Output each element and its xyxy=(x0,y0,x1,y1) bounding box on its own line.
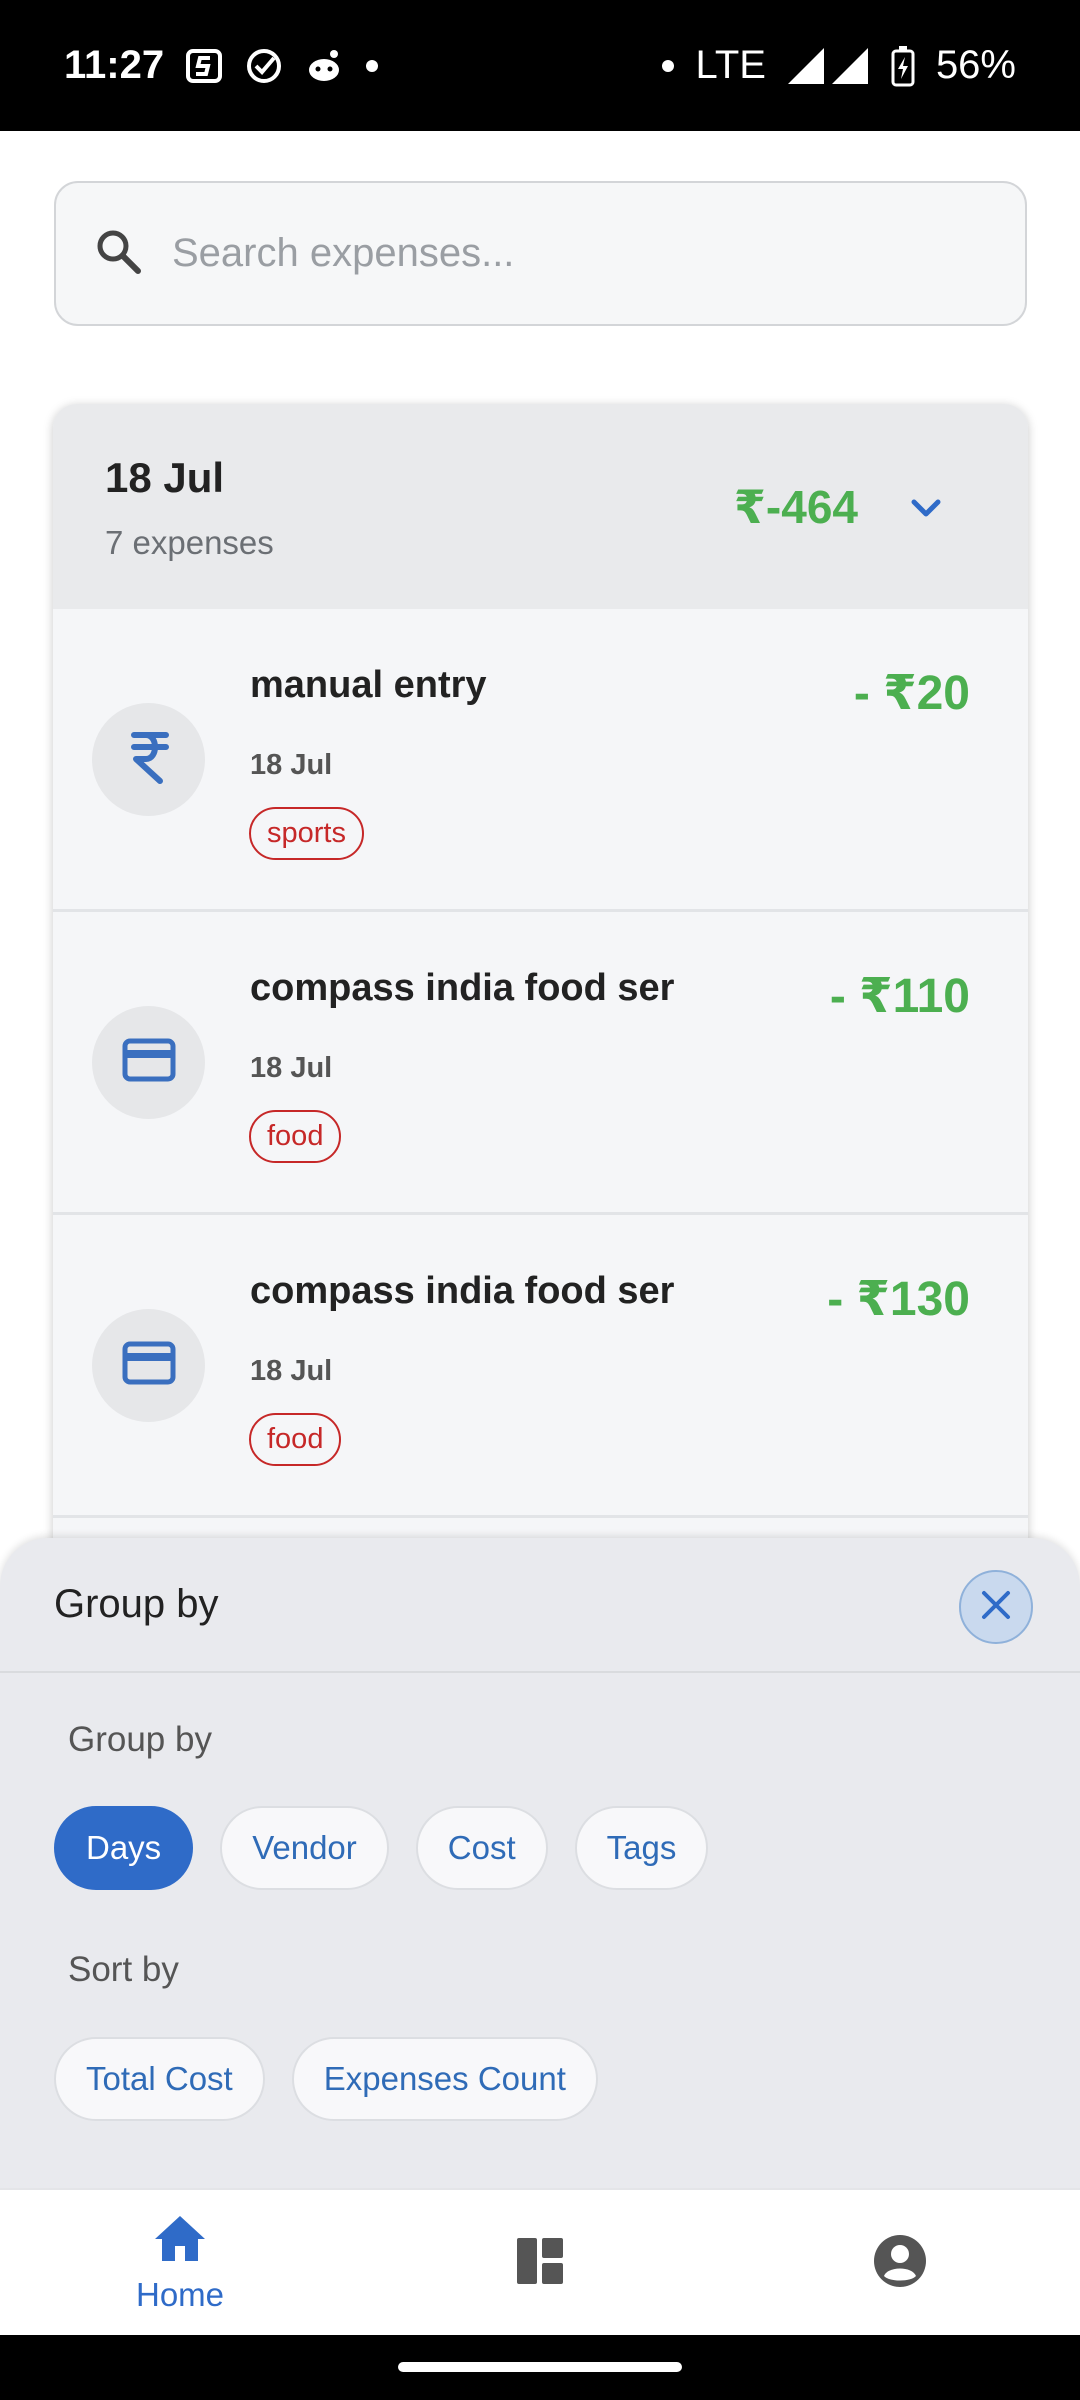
expense-date: 18 Jul xyxy=(250,1355,333,1387)
expense-tag[interactable]: food xyxy=(249,1110,342,1163)
expense-amount: - ₹130 xyxy=(827,1273,970,1326)
chip-expenses-count[interactable]: Expenses Count xyxy=(291,2037,598,2121)
day-group-total: ₹-464 xyxy=(733,481,858,533)
app-notification-icon xyxy=(184,46,224,86)
search-icon xyxy=(92,225,144,282)
group-by-label: Group by xyxy=(68,1720,212,1759)
chip-total-cost[interactable]: Total Cost xyxy=(54,2037,265,2121)
reddit-icon xyxy=(304,46,344,86)
dashboard-icon xyxy=(514,2235,566,2292)
nav-profile[interactable] xyxy=(820,2190,980,2337)
group-by-sheet: Group by Group by Days Vendor Cost Tags … xyxy=(0,1538,1080,2188)
dot-icon xyxy=(364,58,380,74)
close-button[interactable] xyxy=(959,1570,1033,1644)
group-by-options: Days Vendor Cost Tags xyxy=(54,1806,709,1890)
nav-home[interactable]: Home xyxy=(100,2190,260,2337)
sheet-title: Group by xyxy=(54,1582,219,1626)
expense-amount: - ₹20 xyxy=(853,667,970,720)
expense-name: manual entry xyxy=(250,664,487,706)
sort-by-options: Total Cost Expenses Count xyxy=(54,2037,598,2121)
credit-card-icon xyxy=(122,1341,176,1390)
expense-name: compass india food ser xyxy=(250,1270,675,1312)
chevron-down-icon[interactable] xyxy=(904,486,948,535)
nav-dashboard[interactable] xyxy=(460,2190,620,2337)
day-group-title: 18 Jul xyxy=(105,454,225,501)
day-group-card: 18 Jul 7 expenses ₹-464 manual entry 18 … xyxy=(53,404,1028,1624)
expense-date: 18 Jul xyxy=(250,1052,333,1084)
status-bar: 11:27 LTE 56% xyxy=(0,0,1080,131)
signal-icon xyxy=(786,46,870,86)
gesture-handle[interactable] xyxy=(398,2362,682,2372)
account-circle-icon xyxy=(872,2233,928,2294)
chip-tags[interactable]: Tags xyxy=(574,1806,709,1890)
status-time: 11:27 xyxy=(64,43,165,87)
day-group-header[interactable]: 18 Jul 7 expenses ₹-464 xyxy=(53,404,1028,609)
app-screen: 11:27 LTE 56% Search expenses... 18 Jul … xyxy=(0,0,1080,2400)
expense-date: 18 Jul xyxy=(250,749,333,781)
day-group-count: 7 expenses xyxy=(105,524,274,561)
expense-amount: - ₹110 xyxy=(829,970,970,1023)
search-input[interactable] xyxy=(172,231,992,276)
bottom-navigation: Home xyxy=(0,2188,1080,2335)
sort-by-label: Sort by xyxy=(68,1950,179,1989)
expense-avatar xyxy=(92,1006,205,1119)
check-circle-icon xyxy=(244,46,284,86)
expense-item[interactable]: compass india food ser 18 Jul food - ₹11… xyxy=(53,912,1028,1215)
credit-card-icon xyxy=(122,1038,176,1087)
expense-name: compass india food ser xyxy=(250,967,675,1009)
home-icon xyxy=(152,2213,208,2268)
nav-home-label: Home xyxy=(135,2276,225,2313)
expense-tag[interactable]: sports xyxy=(249,807,364,860)
expense-item[interactable]: manual entry 18 Jul sports - ₹20 xyxy=(53,609,1028,912)
expense-avatar xyxy=(92,703,205,816)
chip-cost[interactable]: Cost xyxy=(415,1806,548,1890)
close-icon xyxy=(978,1587,1014,1628)
gesture-bar xyxy=(0,2335,1080,2400)
battery-percent: 56% xyxy=(935,43,1016,87)
search-bar[interactable] xyxy=(54,181,1027,326)
battery-charging-icon xyxy=(890,45,916,87)
network-type: LTE xyxy=(695,43,766,87)
sheet-header: Group by xyxy=(0,1538,1080,1673)
chip-vendor[interactable]: Vendor xyxy=(220,1806,389,1890)
chip-days[interactable]: Days xyxy=(54,1806,194,1890)
rupee-icon xyxy=(124,729,174,790)
dot-icon xyxy=(660,58,676,74)
expense-avatar xyxy=(92,1309,205,1422)
expense-item[interactable]: compass india food ser 18 Jul food - ₹13… xyxy=(53,1215,1028,1518)
expense-tag[interactable]: food xyxy=(249,1413,342,1466)
